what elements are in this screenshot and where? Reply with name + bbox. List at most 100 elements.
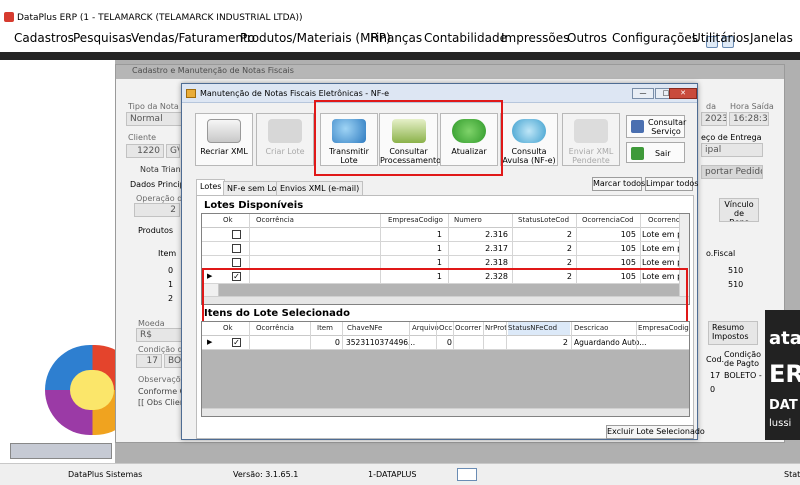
table-row[interactable]: 1 2.316 2 105 Lote em p [202, 228, 689, 242]
cell-numero: 2.317 [485, 244, 508, 253]
brand-line-4: lussi [769, 418, 792, 429]
brand-line-3: DAT [769, 398, 798, 413]
criar-lote-label: Criar Lote [265, 147, 305, 156]
col-item[interactable]: Item [317, 324, 333, 332]
col-ok[interactable]: Ok [223, 216, 233, 224]
col-status-nfe-cod[interactable]: StatusNFeCod [508, 322, 570, 335]
operacao-field[interactable]: 2 [134, 203, 180, 217]
exit-door-icon [631, 147, 644, 160]
criar-lote-button[interactable]: Criar Lote [256, 113, 314, 166]
label-data: da [706, 102, 716, 111]
menu-impressoes[interactable]: Impressões [501, 31, 569, 45]
col-cond-pagto: Condição de Pagto [724, 350, 762, 368]
label-hora-saida: Hora Saída [730, 102, 774, 111]
hora-saida-field[interactable]: 16:28:35 [729, 112, 769, 126]
resumo-impostos-button[interactable]: Resumo Impostos [708, 321, 758, 345]
col-descricao[interactable]: Descricao [574, 324, 608, 332]
menu-pesquisas[interactable]: Pesquisas [73, 31, 132, 45]
col-ok[interactable]: Ok [223, 324, 233, 332]
menu-produtos-materiais[interactable]: Produtos/Materiais (MRP) [240, 31, 391, 45]
itens-grid[interactable]: Ok Ocorrência Item ChaveNFe Arquivo Occ … [201, 321, 690, 417]
sair-button[interactable]: Sair [626, 142, 685, 163]
row-checkbox[interactable] [232, 244, 241, 253]
excluir-lote-button[interactable]: Excluir Lote Selecionado [606, 425, 705, 439]
tipo-nota-field[interactable]: Normal [126, 112, 186, 126]
table-row-selected[interactable]: ▶ ✓ 0 3523110374496... 0 2 Aguardando Au… [202, 336, 689, 350]
cod-zero-value: 0 [710, 385, 716, 394]
cod-pag-value: 17 [710, 371, 721, 380]
col-divider [453, 322, 454, 350]
col-arquivo[interactable]: Arquivo [412, 324, 439, 332]
col-ocorrencia-desc[interactable]: Ocorrenc [648, 216, 680, 224]
row-checkbox[interactable] [232, 230, 241, 239]
col-divider [571, 322, 572, 350]
col-occ[interactable]: Occ [439, 324, 452, 332]
menu-financas[interactable]: Finanças [370, 31, 422, 45]
col-divider [342, 322, 343, 350]
cell-ocorrencia: Lote em p [642, 258, 683, 267]
cell-numero: 2.316 [485, 230, 508, 239]
col-ocorrencia-cod[interactable]: OcorrenciaCod [582, 216, 634, 224]
prod-row-0: 0 [168, 266, 174, 275]
cliente-name-field[interactable]: GV [166, 144, 180, 158]
consultar-servico-button[interactable]: Consultar Serviço [626, 115, 686, 138]
toolbar-highlight [314, 100, 503, 176]
importar-pedidos-button[interactable]: portar Pedidos [701, 165, 763, 179]
nfe-globe-icon [512, 119, 546, 143]
enviar-xml-label: Enviar XML Pendente [568, 147, 614, 165]
menu-contabilidade[interactable]: Contabilidade [424, 31, 507, 45]
condicao-code-field[interactable]: 17 [136, 354, 162, 368]
col-empresa-codigo[interactable]: EmpresaCodigo [388, 216, 443, 224]
tab-envios-xml[interactable]: Envios XML (e-mail) [276, 181, 364, 195]
itens-horizontal-scrollbar[interactable] [202, 408, 689, 416]
menu-janelas[interactable]: Janelas [750, 31, 793, 45]
col-ocorrer[interactable]: Ocorrer [455, 324, 481, 332]
tab-lotes[interactable]: Lotes [196, 179, 226, 195]
envelope-icon[interactable] [457, 468, 477, 481]
condicao-name-field[interactable]: BOLE [164, 354, 182, 368]
limpar-todos-button[interactable]: Limpar todos [645, 177, 698, 191]
notas-fiscais-title: Cadastro e Manutenção de Notas Fiscais [116, 65, 784, 79]
moeda-field[interactable]: R$ [136, 328, 182, 342]
cell-ocorrencia-cod: 105 [620, 258, 636, 267]
service-icon [631, 120, 644, 133]
menu-configuracoes[interactable]: Configurações [612, 31, 698, 45]
minimize-button[interactable]: — [632, 88, 654, 99]
col-chave-nfe[interactable]: ChaveNFe [347, 324, 382, 332]
cidade-field[interactable]: ipal [701, 143, 763, 157]
recriar-xml-button[interactable]: Recriar XML [195, 113, 253, 166]
col-nrprot[interactable]: NrProt [485, 324, 507, 332]
cell-ocorrencia: Lote em p [642, 244, 683, 253]
col-divider [249, 322, 250, 350]
consulta-avulsa-label: Consulta Avulsa (NF-e) [502, 147, 556, 165]
data-field[interactable]: 2023 [701, 112, 727, 126]
col-status-lote-cod[interactable]: StatusLoteCod [518, 216, 569, 224]
nfe-dialog-title: Manutenção de Notas Fiscais Eletrônicas … [200, 89, 390, 98]
menu-outros[interactable]: Outros [567, 31, 607, 45]
menu-vendas-faturamento[interactable]: Vendas/Faturamento [131, 31, 255, 45]
col-ocorrencia[interactable]: Ocorrência [256, 216, 294, 224]
table-row[interactable]: 1 2.317 2 105 Lote em p [202, 242, 689, 256]
itens-grid-header: Ok Ocorrência Item ChaveNFe Arquivo Occ … [202, 322, 689, 336]
col-numero[interactable]: Numero [454, 216, 482, 224]
marcar-todos-button[interactable]: Marcar todos [592, 177, 645, 191]
menu-utilitarios[interactable]: Utilitários [692, 31, 749, 45]
col-ocorrencia[interactable]: Ocorrência [256, 324, 294, 332]
col-empresa-codigo[interactable]: EmpresaCodigo [638, 324, 689, 332]
status-version: Versão: 3.1.65.1 [233, 470, 299, 479]
cliente-code-field[interactable]: 1220 [126, 144, 164, 158]
row-checkbox[interactable] [232, 258, 241, 267]
label-tipo-nota: Tipo da Nota [128, 102, 179, 111]
tab-produtos[interactable]: Produtos [138, 226, 173, 235]
menu-cadastros[interactable]: Cadastros [14, 31, 74, 45]
row-checkbox-checked[interactable]: ✓ [232, 338, 241, 347]
vinculo-bens-button[interactable]: Vínculo de Bens [719, 198, 759, 222]
prod-row-2: 2 [168, 294, 174, 303]
minimized-window-button[interactable] [10, 443, 112, 459]
col-divider [636, 322, 637, 350]
status-right: Stat [784, 470, 800, 479]
enviar-xml-pendente-button[interactable]: Enviar XML Pendente [562, 113, 620, 166]
close-button[interactable]: ✕ [669, 88, 697, 99]
consulta-avulsa-button[interactable]: Consulta Avulsa (NF-e) [500, 113, 558, 166]
cell-item: 0 [334, 338, 340, 347]
